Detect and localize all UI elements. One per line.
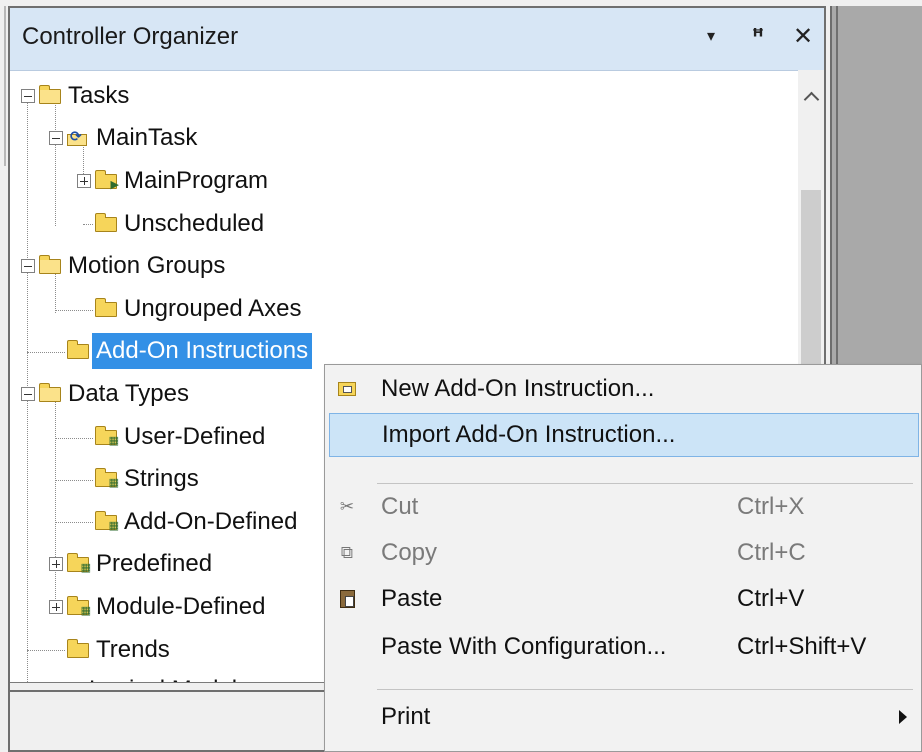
tree-line [27,650,65,651]
expand-icon[interactable] [49,557,63,571]
menu-separator [377,483,913,484]
tree-item-label: Motion Groups [68,252,226,279]
menu-item-shortcut: Ctrl+X [737,493,805,520]
menu-item-label: Paste With Configuration... [381,633,667,660]
menu-item-print[interactable]: Print [329,695,919,739]
menu-item-shortcut: Ctrl+Shift+V [737,633,867,660]
datatype-folder-icon: ▦ [67,595,91,616]
tree-item-module-defined[interactable]: ▦ Module-Defined [49,587,269,627]
copy-icon: ⧉ [340,543,354,562]
folder-icon [95,212,117,232]
left-window-edge [0,6,8,752]
tree-item-label: User-Defined [124,423,266,450]
folder-open-icon [39,84,61,104]
tree-item-label: Logical Model [85,672,241,682]
tree-line [83,224,93,225]
menu-separator [377,689,913,690]
close-icon[interactable]: ✕ [788,22,818,52]
tree-item-logical-model[interactable]: Logical Model [67,670,241,682]
expand-icon[interactable] [49,600,63,614]
tree-item-maintask[interactable]: MainTask [49,118,201,158]
menu-item-shortcut: Ctrl+V [737,585,805,612]
tree-item-label: Trends [96,636,170,663]
scissors-icon: ✂ [339,497,355,516]
menu-item-copy[interactable]: ⧉ Copy Ctrl+C [329,531,919,575]
datatype-folder-icon: ▦ [95,510,119,531]
menu-item-label: Copy [381,539,438,566]
pane-title-bar: Controller Organizer ▾ ꟸ ✕ [10,8,824,71]
tree-item-label: Predefined [96,550,213,577]
new-aoi-icon [338,382,356,396]
tree-line [27,352,65,353]
collapse-icon[interactable] [21,387,35,401]
menu-item-label: New Add-On Instruction... [381,375,655,402]
tree-item-strings[interactable]: ▦ Strings [95,459,203,499]
tree-item-label: Add-On-Defined [124,508,298,535]
tree-item-unscheduled[interactable]: Unscheduled [95,204,268,244]
tree-item-mainprogram[interactable]: ▶ MainProgram [77,161,272,201]
tree-item-label: MainTask [96,124,198,151]
submenu-arrow-icon [899,710,907,724]
tree-line [55,438,93,439]
folder-icon [67,339,89,359]
folder-icon [67,638,89,658]
folder-open-icon [39,254,61,274]
tree-item-label: Tasks [68,82,130,109]
menu-item-label: Print [381,703,431,730]
tree-item-label: MainProgram [124,167,269,194]
folder-icon [95,297,117,317]
program-folder-icon: ▶ [95,169,119,190]
menu-item-cut[interactable]: ✂ Cut Ctrl+X [329,485,919,529]
pane-title: Controller Organizer [22,23,239,50]
tree-item-tasks[interactable]: Tasks [21,76,133,116]
tree-item-label: Add-On Instructions [92,333,313,369]
menu-item-label: Paste [381,585,443,612]
collapse-icon[interactable] [49,131,63,145]
menu-item-paste-with-configuration[interactable]: Paste With Configuration... Ctrl+Shift+V [329,625,919,669]
tree-item-label: Unscheduled [124,210,265,237]
tree-item-motion-groups[interactable]: Motion Groups [21,246,229,286]
collapse-icon[interactable] [21,259,35,273]
menu-item-import-add-on-instruction[interactable]: Import Add-On Instruction... [329,413,919,457]
tree-line [55,480,93,481]
collapse-icon[interactable] [21,89,35,103]
tree-item-label: Module-Defined [96,593,266,620]
tree-item-add-on-instructions[interactable]: Add-On Instructions [67,331,313,371]
tree-item-label: Data Types [68,380,189,407]
task-icon [67,128,89,147]
menu-item-label: Import Add-On Instruction... [382,421,676,448]
menu-item-shortcut: Ctrl+C [737,539,806,566]
tree-item-predefined[interactable]: ▦ Predefined [49,544,216,584]
datatype-folder-icon: ▦ [95,425,119,446]
scroll-up-arrow-icon[interactable] [798,70,824,122]
tree-line [55,522,93,523]
menu-item-label: Cut [381,493,419,520]
paste-icon [339,590,355,608]
datatype-folder-icon: ▦ [67,552,91,573]
dropdown-arrow-icon[interactable]: ▾ [696,22,726,52]
datatype-folder-icon: ▦ [95,467,119,488]
folder-open-icon [39,382,61,402]
menu-item-new-add-on-instruction[interactable]: New Add-On Instruction... [329,367,919,411]
tree-item-label: Strings [124,465,199,492]
menu-item-paste[interactable]: Paste Ctrl+V [329,577,919,621]
tree-item-ungrouped-axes[interactable]: Ungrouped Axes [95,289,305,329]
tree-line [55,310,93,311]
tree-item-user-defined[interactable]: ▦ User-Defined [95,417,269,457]
context-menu: New Add-On Instruction... Import Add-On … [324,364,922,752]
tree-item-data-types[interactable]: Data Types [21,374,193,414]
pin-icon[interactable]: ꟸ [743,22,773,52]
expand-icon[interactable] [77,174,91,188]
tree-item-trends[interactable]: Trends [67,630,174,670]
tree-item-label: Ungrouped Axes [124,295,302,322]
tree-item-add-on-defined[interactable]: ▦ Add-On-Defined [95,502,301,542]
